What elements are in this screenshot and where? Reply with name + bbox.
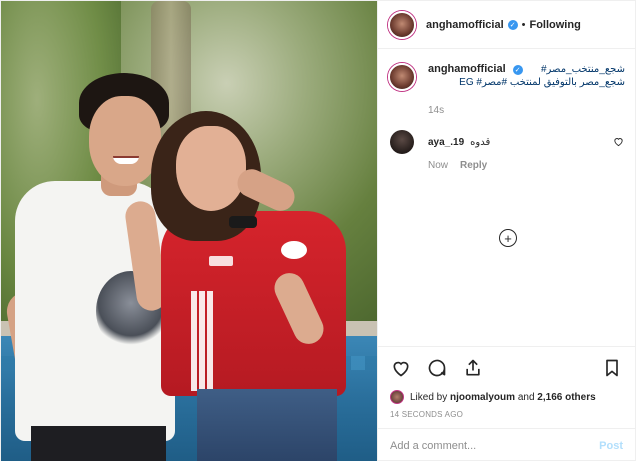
post-photo[interactable] xyxy=(1,1,377,461)
likes-prefix: Liked by xyxy=(410,391,448,403)
liker-avatar[interactable] xyxy=(390,390,404,404)
comment-row: aya_.19 قدوه xyxy=(388,130,625,154)
comment-input[interactable] xyxy=(390,439,600,452)
likes-others[interactable]: 2,166 others xyxy=(537,392,595,403)
comment-username[interactable]: aya_.19 xyxy=(428,137,464,148)
comment-text: قدوه xyxy=(470,136,491,148)
caption-text[interactable]: شجع_مصر بالتوفيق لمنتخب #مصر# EG xyxy=(428,77,625,88)
comment-time: Now xyxy=(428,160,449,171)
caption-body: anghamofficial ✓ شجع_منتخب_مصر# شجع_مصر … xyxy=(428,63,625,91)
comment-meta: Now Reply xyxy=(428,160,625,171)
likes-row: Liked by njoomalyoum and 2,166 others xyxy=(378,388,635,406)
comments-section: anghamofficial ✓ شجع_منتخب_مصر# شجع_مصر … xyxy=(378,49,635,346)
likes-and: and xyxy=(517,391,535,403)
comment-icon[interactable] xyxy=(426,357,448,379)
post-header: anghamofficial ✓ • Following xyxy=(378,1,635,49)
photo-jersey-badge xyxy=(281,241,307,259)
header-username[interactable]: anghamofficial xyxy=(426,19,504,31)
caption-line: anghamofficial ✓ شجع_منتخب_مصر# xyxy=(428,63,625,75)
add-comment-bar: Post xyxy=(378,428,635,461)
instagram-post: anghamofficial ✓ • Following anghamoffic… xyxy=(0,0,636,461)
photo-jersey-stripes xyxy=(191,291,197,391)
caption-hashtag[interactable]: شجع_منتخب_مصر# xyxy=(541,64,625,75)
plus-circle-icon[interactable]: + xyxy=(499,229,517,247)
separator-dot: • xyxy=(521,18,526,31)
following-button[interactable]: Following xyxy=(529,19,580,31)
caption-username[interactable]: anghamofficial ✓ xyxy=(428,63,523,75)
photo-boy-smile xyxy=(113,156,139,164)
post-timestamp: 14 SECONDS AGO xyxy=(390,410,464,419)
caption-avatar[interactable] xyxy=(388,63,416,91)
post-button[interactable]: Post xyxy=(599,440,623,452)
caption-row: anghamofficial ✓ شجع_منتخب_مصر# شجع_مصر … xyxy=(388,63,625,91)
photo-boy-pants xyxy=(31,426,166,461)
caption-username-text[interactable]: anghamofficial xyxy=(428,63,506,75)
avatar[interactable] xyxy=(388,10,416,39)
photo-woman-face xyxy=(176,126,246,211)
liker-username[interactable]: njoomalyoum xyxy=(450,392,515,403)
photo-watch xyxy=(229,216,257,228)
reply-button[interactable]: Reply xyxy=(460,160,487,171)
verified-icon: ✓ xyxy=(512,65,523,75)
share-icon[interactable] xyxy=(462,357,484,379)
photo-woman-jeans xyxy=(197,389,337,461)
action-bar xyxy=(378,346,635,388)
caption-time: 14s xyxy=(428,105,445,116)
photo-jersey-logo xyxy=(209,256,233,266)
post-sidebar: anghamofficial ✓ • Following anghamoffic… xyxy=(377,1,635,461)
comment-avatar[interactable] xyxy=(390,130,414,154)
verified-icon: ✓ xyxy=(507,19,518,30)
comment-like-heart-icon[interactable] xyxy=(613,136,625,148)
heart-icon[interactable] xyxy=(390,357,412,379)
bookmark-icon[interactable] xyxy=(601,357,623,379)
